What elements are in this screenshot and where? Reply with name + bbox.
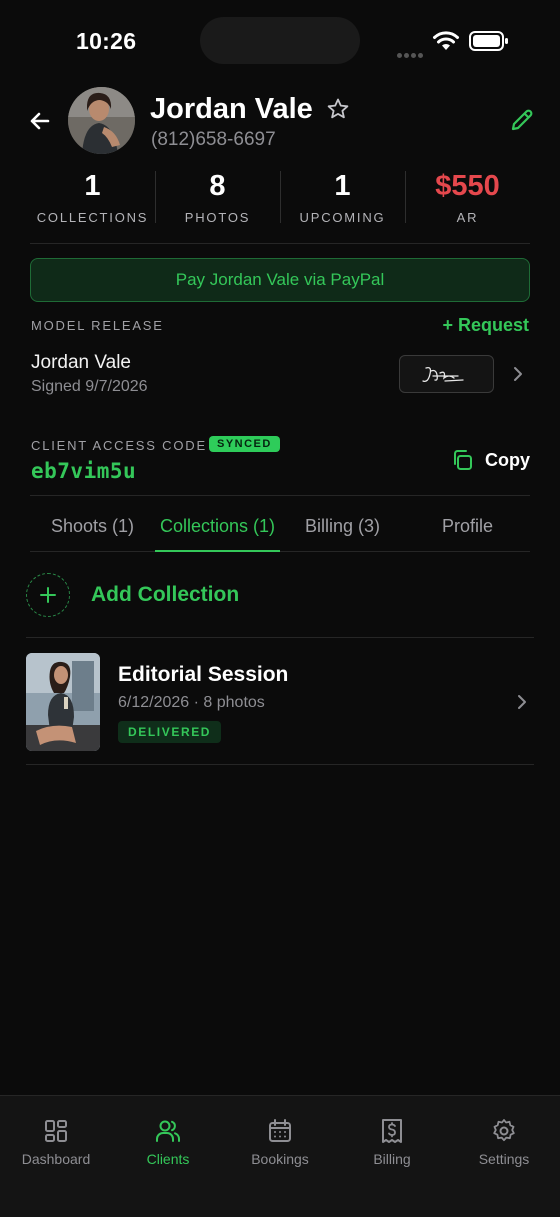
stat-label: PHOTOS (184, 210, 251, 225)
stat-upcoming: 1 UPCOMING (280, 168, 405, 243)
request-release-button[interactable]: + Request (442, 315, 529, 336)
stat-label: COLLECTIONS (36, 210, 149, 225)
receipt-icon (382, 1119, 402, 1143)
stat-photos: 8 PHOTOS (155, 168, 280, 243)
collection-row[interactable]: Editorial Session 6/12/2026 · 8 photos D… (26, 637, 534, 765)
tab-collections[interactable]: Collections (1) (155, 496, 280, 552)
access-code-value: eb7vim5u (31, 459, 137, 483)
avatar (68, 87, 135, 154)
stat-label: AR (456, 210, 479, 225)
back-arrow-icon[interactable] (26, 107, 54, 135)
add-collection-label: Add Collection (91, 583, 240, 606)
nav-label: Dashboard (21, 1151, 91, 1167)
status-bar: 10:26 (0, 0, 560, 80)
chevron-right-icon (518, 695, 526, 709)
nav-bookings[interactable]: Bookings (224, 1096, 336, 1217)
tab-billing[interactable]: Billing (3) (280, 496, 405, 551)
collection-title: Editorial Session (118, 663, 289, 686)
paypal-button[interactable]: Pay Jordan Vale via PayPal (30, 258, 530, 302)
stat-collections: 1 COLLECTIONS (30, 168, 155, 243)
wifi-icon (433, 31, 459, 50)
client-tabs: Shoots (1) Collections (1) Billing (3) P… (30, 495, 530, 552)
pencil-icon[interactable] (509, 107, 535, 133)
stat-value: 8 (209, 170, 226, 202)
client-stats: 1 COLLECTIONS 8 PHOTOS 1 UPCOMING $550 A… (30, 168, 530, 244)
tab-profile[interactable]: Profile (405, 496, 530, 551)
nav-settings[interactable]: Settings (448, 1096, 560, 1217)
stat-ar: $550 AR (405, 168, 530, 243)
dashboard-icon (45, 1120, 67, 1142)
star-icon[interactable] (326, 97, 350, 121)
nav-label: Clients (146, 1151, 190, 1167)
status-badge: DELIVERED (118, 721, 222, 743)
copy-icon (454, 450, 472, 470)
tab-shoots[interactable]: Shoots (1) (30, 496, 155, 551)
signal-icon (397, 45, 425, 63)
copy-label: Copy (485, 449, 530, 470)
calendar-icon (269, 1119, 291, 1142)
nav-label: Settings (478, 1151, 530, 1167)
signature-thumbnail[interactable] (399, 355, 494, 393)
copy-button[interactable]: Copy (452, 449, 530, 471)
dynamic-island (200, 17, 360, 64)
bottom-tab-bar: Dashboard Clients Bookings Billing Setti… (0, 1095, 560, 1217)
nav-label: Billing (373, 1151, 411, 1167)
status-time: 10:26 (76, 28, 137, 54)
client-header: Jordan Vale (812)658-6697 (0, 85, 560, 155)
stat-value: $550 (435, 170, 500, 202)
client-phone: (812)658-6697 (151, 129, 276, 150)
gear-icon (493, 1119, 515, 1142)
plus-icon (26, 573, 70, 617)
stat-label: UPCOMING (299, 210, 386, 225)
access-code-label: CLIENT ACCESS CODE (31, 438, 207, 453)
release-signed-date: Signed 9/7/2026 (31, 378, 148, 395)
synced-badge: SYNCED (209, 436, 280, 452)
nav-dashboard[interactable]: Dashboard (0, 1096, 112, 1217)
nav-billing[interactable]: Billing (336, 1096, 448, 1217)
model-release-label: MODEL RELEASE (31, 318, 164, 333)
collection-meta: 6/12/2026 · 8 photos (118, 694, 265, 711)
stat-value: 1 (84, 170, 101, 202)
nav-label: Bookings (251, 1151, 309, 1167)
battery-icon (469, 31, 508, 51)
client-name: Jordan Vale (150, 93, 313, 125)
add-collection-button[interactable]: Add Collection (26, 572, 239, 618)
release-signer-name[interactable]: Jordan Vale (31, 352, 131, 374)
signature-icon (422, 366, 464, 382)
stat-value: 1 (334, 170, 351, 202)
nav-clients[interactable]: Clients (112, 1096, 224, 1217)
collection-thumbnail (26, 653, 100, 751)
chevron-right-icon[interactable] (512, 366, 524, 382)
users-icon (156, 1120, 181, 1142)
